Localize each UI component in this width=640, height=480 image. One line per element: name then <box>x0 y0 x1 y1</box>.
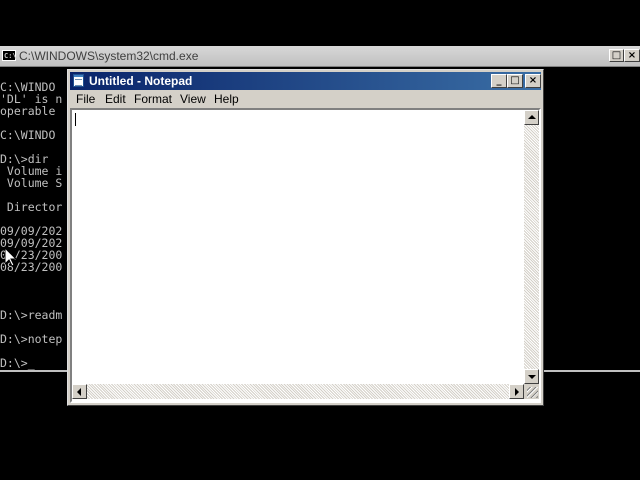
menu-format[interactable]: Format <box>134 92 172 106</box>
cmd-line: Director <box>0 200 63 214</box>
arrow-right-icon <box>515 388 519 396</box>
notepad-window: Untitled - Notepad _ □ × File Edit Forma… <box>67 69 544 406</box>
vertical-scrollbar[interactable] <box>524 110 539 384</box>
cmd-close-button[interactable]: × <box>624 49 640 62</box>
menu-bar: File Edit Format View Help <box>70 90 541 108</box>
mouse-pointer-icon <box>5 248 17 267</box>
cmd-line: operable <box>0 104 56 118</box>
close-button[interactable]: × <box>525 74 541 88</box>
menu-help[interactable]: Help <box>214 92 239 106</box>
arrow-down-icon <box>528 375 536 379</box>
menu-edit[interactable]: Edit <box>105 92 126 106</box>
arrow-up-icon <box>528 115 536 119</box>
notepad-titlebar[interactable]: Untitled - Notepad _ □ × <box>70 72 541 90</box>
cmd-maximize-button[interactable]: □ <box>609 49 624 62</box>
notepad-icon <box>73 74 84 87</box>
cmd-icon: C:\ <box>2 50 17 61</box>
cmd-line: D:\>notep <box>0 332 63 346</box>
maximize-button[interactable]: □ <box>507 74 523 88</box>
text-area[interactable] <box>72 110 524 384</box>
minimize-button[interactable]: _ <box>491 74 507 88</box>
cmd-line: C:\WINDO <box>0 128 56 142</box>
arrow-left-icon <box>77 388 81 396</box>
scrollbar-corner <box>524 384 539 399</box>
horizontal-scrollbar[interactable] <box>72 384 524 399</box>
scroll-down-button[interactable] <box>524 369 539 384</box>
menu-view[interactable]: View <box>180 92 206 106</box>
cmd-line: D:\>readm <box>0 308 63 322</box>
notepad-title: Untitled - Notepad <box>89 74 193 88</box>
scroll-up-button[interactable] <box>524 110 539 125</box>
cmd-prompt-line: D:\>_ <box>0 356 35 370</box>
resize-grip-icon[interactable] <box>527 387 538 398</box>
cmd-title: C:\WINDOWS\system32\cmd.exe <box>19 49 199 63</box>
cmd-titlebar[interactable]: C:\ C:\WINDOWS\system32\cmd.exe □ × <box>0 46 640 67</box>
scroll-right-button[interactable] <box>509 384 524 399</box>
menu-file[interactable]: File <box>76 92 95 106</box>
scroll-left-button[interactable] <box>72 384 87 399</box>
text-caret <box>75 113 76 126</box>
cmd-line: Volume S <box>0 176 63 190</box>
text-area-frame <box>70 108 541 403</box>
